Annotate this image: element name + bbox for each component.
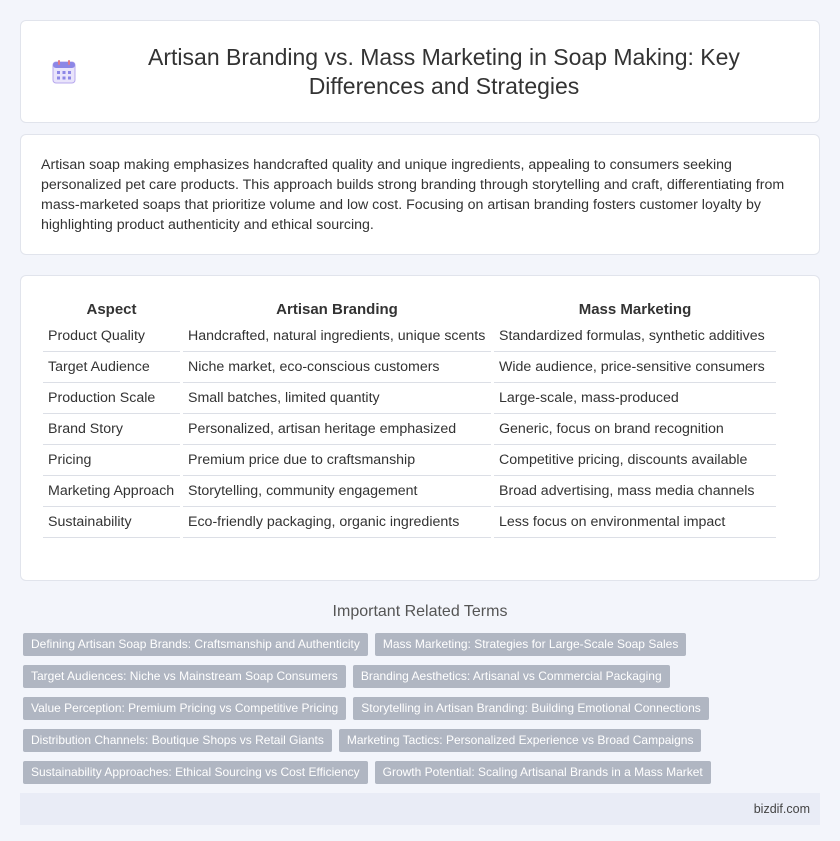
related-term-link[interactable]: Growth Potential: Scaling Artisanal Bran… [374,761,711,784]
title-card: Artisan Branding vs. Mass Marketing in S… [20,20,820,123]
table-row: Brand Story Personalized, artisan herita… [43,414,776,445]
table-cell: Less focus on environmental impact [494,507,776,538]
related-term-link[interactable]: Branding Aesthetics: Artisanal vs Commer… [352,665,670,688]
intro-card: Artisan soap making emphasizes handcraft… [20,134,820,255]
comparison-card: Aspect Artisan Branding Mass Marketing P… [20,275,820,581]
related-term-link[interactable]: Storytelling in Artisan Branding: Buildi… [353,697,709,720]
column-header-aspect: Aspect [86,301,137,318]
page-title: Artisan Branding vs. Mass Marketing in S… [148,43,740,99]
table-cell: Brand Story [43,414,180,445]
related-term-link[interactable]: Mass Marketing: Strategies for Large-Sca… [374,633,687,656]
related-term-link[interactable]: Sustainability Approaches: Ethical Sourc… [23,761,368,784]
table-cell: Eco-friendly packaging, organic ingredie… [183,507,491,538]
tag-row: Sustainability Approaches: Ethical Sourc… [23,761,820,784]
tag-row: Defining Artisan Soap Brands: Craftsmans… [23,633,820,656]
table-cell: Small batches, limited quantity [183,383,491,414]
table-header-row: Aspect Artisan Branding Mass Marketing [43,299,776,321]
table-cell: Marketing Approach [43,476,180,507]
table-row: Marketing Approach Storytelling, communi… [43,476,776,507]
table-cell: Storytelling, community engagement [183,476,491,507]
table-cell: Premium price due to craftsmanship [183,445,491,476]
tag-row: Value Perception: Premium Pricing vs Com… [23,697,820,720]
footer-site-link[interactable]: bizdif.com [754,802,810,816]
table-row: Target Audience Niche market, eco-consci… [43,352,776,383]
table-cell: Niche market, eco-conscious customers [183,352,491,383]
footer: bizdif.com [20,793,820,825]
table-cell: Personalized, artisan heritage emphasize… [183,414,491,445]
table-row: Production Scale Small batches, limited … [43,383,776,414]
tag-row: Target Audiences: Niche vs Mainstream So… [23,665,820,688]
table-cell: Generic, focus on brand recognition [494,414,776,445]
comparison-table: Aspect Artisan Branding Mass Marketing P… [40,299,779,538]
related-term-link[interactable]: Defining Artisan Soap Brands: Craftsmans… [23,633,368,656]
intro-paragraph: Artisan soap making emphasizes handcraft… [41,157,785,233]
column-header-artisan: Artisan Branding [276,301,398,318]
related-terms-heading: Important Related Terms [332,603,508,620]
related-term-link[interactable]: Value Perception: Premium Pricing vs Com… [23,697,347,720]
table-cell: Wide audience, price-sensitive consumers [494,352,776,383]
related-term-link[interactable]: Marketing Tactics: Personalized Experien… [338,729,702,752]
table-row: Product Quality Handcrafted, natural ing… [43,321,776,352]
column-header-mass: Mass Marketing [578,301,692,318]
table-cell: Large-scale, mass-produced [494,383,776,414]
table-cell: Production Scale [43,383,180,414]
tag-row: Distribution Channels: Boutique Shops vs… [23,729,820,752]
table-cell: Handcrafted, natural ingredients, unique… [183,321,491,352]
table-row: Pricing Premium price due to craftsmansh… [43,445,776,476]
table-cell: Product Quality [43,321,180,352]
table-cell: Sustainability [43,507,180,538]
table-cell: Broad advertising, mass media channels [494,476,776,507]
table-cell: Target Audience [43,352,180,383]
related-terms-list: Defining Artisan Soap Brands: Craftsmans… [20,633,820,784]
table-cell: Standardized formulas, synthetic additiv… [494,321,776,352]
table-cell: Pricing [43,445,180,476]
related-term-link[interactable]: Target Audiences: Niche vs Mainstream So… [23,665,346,688]
table-cell: Competitive pricing, discounts available [494,445,776,476]
related-term-link[interactable]: Distribution Channels: Boutique Shops vs… [23,729,332,752]
calendar-grid-icon [52,59,76,83]
table-row: Sustainability Eco-friendly packaging, o… [43,507,776,538]
